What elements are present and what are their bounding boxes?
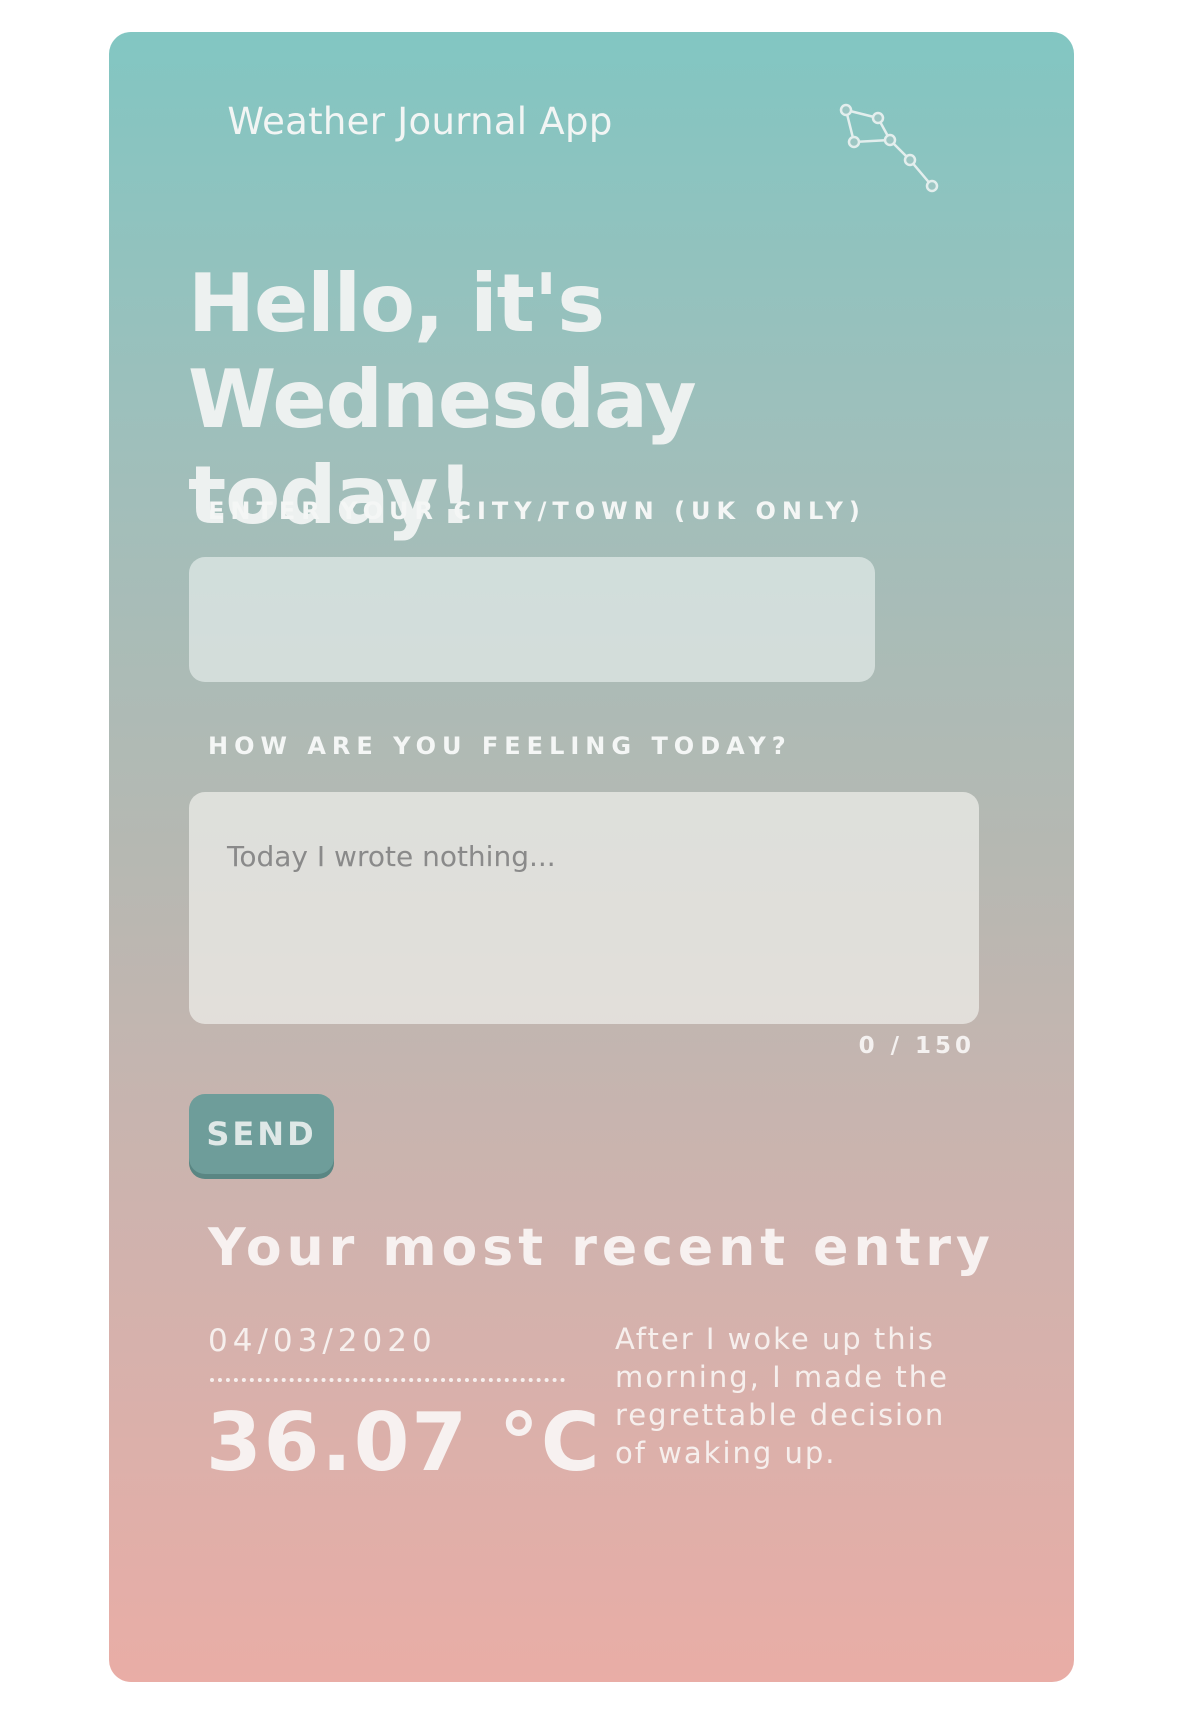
feelings-label: HOW ARE YOU FEELING TODAY?: [208, 732, 792, 760]
recent-entry-title: Your most recent entry: [208, 1218, 995, 1278]
feelings-textarea[interactable]: [189, 792, 979, 1024]
city-input[interactable]: [189, 557, 875, 682]
entry-temperature: 36.07 °C: [206, 1396, 602, 1489]
greeting-line-1: Hello, it's: [188, 257, 605, 350]
city-label: ENTER YOUR CITY/TOWN (UK ONLY): [208, 497, 866, 525]
entry-date: 04/03/2020: [208, 1323, 437, 1359]
character-counter: 0 / 150: [858, 1033, 975, 1059]
constellation-icon: [839, 103, 939, 193]
send-button[interactable]: SEND: [189, 1094, 334, 1174]
app-title: Weather Journal App: [227, 100, 613, 143]
entry-divider: [210, 1378, 565, 1382]
entry-content: After I woke up this morning, I made the…: [615, 1322, 949, 1470]
